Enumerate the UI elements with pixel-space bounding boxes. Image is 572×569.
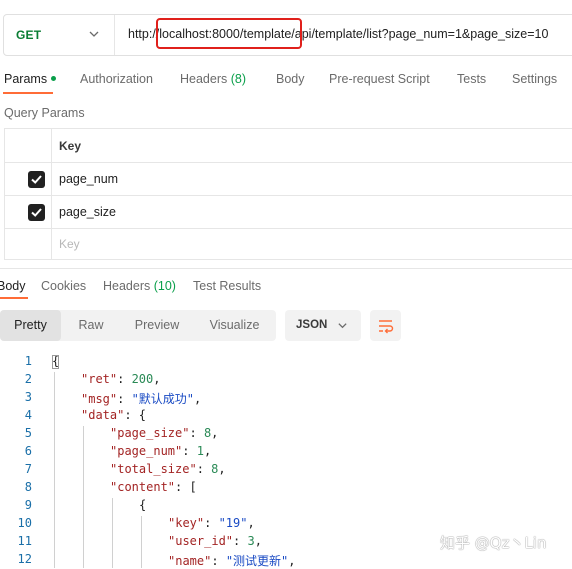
- active-tab-indicator: [3, 92, 53, 94]
- tab-body[interactable]: Body: [276, 72, 305, 86]
- line-number: 7: [24, 462, 32, 476]
- line-number: 1: [24, 354, 32, 368]
- response-divider: [0, 268, 572, 269]
- view-pretty[interactable]: Pretty: [0, 310, 61, 341]
- line-number: 10: [17, 516, 32, 530]
- tab-params[interactable]: Params: [4, 72, 57, 86]
- param-checkbox[interactable]: [28, 171, 45, 188]
- column-divider: [51, 129, 52, 162]
- json-key: "key": [168, 516, 205, 530]
- request-tabs: Params Authorization Headers (8) Body Pr…: [0, 72, 572, 90]
- checkmark-icon: [31, 208, 42, 217]
- json-key: "user_id": [168, 534, 234, 548]
- json-key: "ret": [81, 372, 118, 386]
- line-number: 2: [24, 372, 32, 386]
- table-row-empty: Key: [5, 229, 572, 260]
- query-params-title: Query Params: [4, 106, 85, 120]
- tab-headers-count: (8): [230, 72, 247, 86]
- tab-headers[interactable]: Headers (8): [180, 72, 246, 86]
- code-line: "page_size": 8,: [110, 426, 219, 440]
- json-value: 200: [131, 372, 154, 386]
- wrap-lines-icon: [379, 320, 394, 334]
- code-line: "ret": 200,: [81, 372, 161, 386]
- code-line: "content": [: [110, 480, 197, 494]
- tab-response-headers-label: Headers: [103, 279, 151, 293]
- json-value: "测试更新": [225, 554, 289, 568]
- tab-test-results[interactable]: Test Results: [193, 279, 261, 293]
- table-row: page_size: [5, 196, 572, 229]
- view-mode-selector: Pretty Raw Preview Visualize: [0, 310, 276, 341]
- line-number: 8: [24, 480, 32, 494]
- tab-params-label: Params: [4, 72, 48, 86]
- view-raw[interactable]: Raw: [61, 310, 121, 341]
- response-tabs: Body Cookies Headers (10) Test Results: [0, 279, 572, 297]
- view-visualize[interactable]: Visualize: [193, 310, 276, 341]
- json-value: 3: [247, 534, 255, 548]
- tab-response-headers[interactable]: Headers (10): [103, 279, 176, 293]
- code-line: "name": "测试更新",: [168, 554, 296, 568]
- code-line: "data": {: [81, 408, 147, 422]
- url-highlight-annotation: [156, 18, 302, 49]
- code-line: "page_num": 1,: [110, 444, 212, 458]
- wrap-lines-button[interactable]: [370, 310, 401, 341]
- code-line: "msg": "默认成功",: [81, 392, 202, 406]
- code-line: "key": "19",: [168, 516, 255, 530]
- json-key: "data": [81, 408, 125, 422]
- column-divider: [51, 229, 52, 260]
- param-checkbox[interactable]: [28, 204, 45, 221]
- json-key: "content": [110, 480, 176, 494]
- line-number: 3: [24, 390, 32, 404]
- chevron-down-icon: [89, 31, 99, 37]
- bracket-match-highlight: [52, 355, 59, 369]
- json-key: "total_size": [110, 462, 197, 476]
- line-number: 12: [17, 552, 32, 566]
- tab-pre-request-script[interactable]: Pre-request Script: [329, 72, 430, 86]
- json-key: "msg": [81, 392, 118, 406]
- json-key: "page_num": [110, 444, 183, 458]
- line-number: 9: [24, 498, 32, 512]
- tab-response-body[interactable]: Body: [0, 279, 26, 293]
- tab-tests[interactable]: Tests: [457, 72, 486, 86]
- line-number: 11: [17, 534, 32, 548]
- json-key: "name": [168, 554, 212, 568]
- params-header-row: Key: [5, 129, 572, 163]
- params-table: Key page_num page_size Key: [4, 128, 572, 260]
- column-divider: [51, 163, 52, 195]
- checkmark-icon: [31, 175, 42, 184]
- indent-guide: [83, 426, 84, 568]
- line-number: 6: [24, 444, 32, 458]
- tab-response-headers-count: (10): [153, 279, 176, 293]
- indent-guide: [54, 372, 55, 568]
- table-row: page_num: [5, 163, 572, 196]
- view-preview[interactable]: Preview: [121, 310, 193, 341]
- line-number: 4: [24, 408, 32, 422]
- json-value: "19": [218, 516, 248, 530]
- watermark: 知乎 @Qz丶Lin: [440, 534, 547, 552]
- status-dot-icon: [51, 76, 57, 82]
- method-select[interactable]: GET: [4, 15, 115, 55]
- indent-guide: [112, 498, 113, 568]
- active-response-tab-indicator: [0, 297, 28, 299]
- indent-guide: [141, 516, 142, 568]
- params-key-header: Key: [59, 139, 82, 153]
- code-line: {: [139, 498, 147, 512]
- tab-settings[interactable]: Settings: [512, 72, 557, 86]
- chevron-down-icon: [338, 323, 347, 329]
- json-value: "默认成功": [131, 392, 195, 406]
- format-select[interactable]: JSON: [285, 310, 361, 341]
- param-key[interactable]: page_size: [59, 205, 116, 219]
- format-select-label: JSON: [296, 319, 328, 331]
- method-label: GET: [16, 28, 42, 42]
- new-key-input[interactable]: Key: [59, 237, 80, 251]
- tab-authorization[interactable]: Authorization: [80, 72, 153, 86]
- code-line: "total_size": 8,: [110, 462, 226, 476]
- param-key[interactable]: page_num: [59, 172, 118, 186]
- json-key: "page_size": [110, 426, 190, 440]
- line-number: 5: [24, 426, 32, 440]
- json-value: 1: [196, 444, 204, 458]
- column-divider: [51, 196, 52, 228]
- tab-cookies[interactable]: Cookies: [41, 279, 86, 293]
- code-line: "user_id": 3,: [168, 534, 262, 548]
- tab-headers-label: Headers: [180, 72, 228, 86]
